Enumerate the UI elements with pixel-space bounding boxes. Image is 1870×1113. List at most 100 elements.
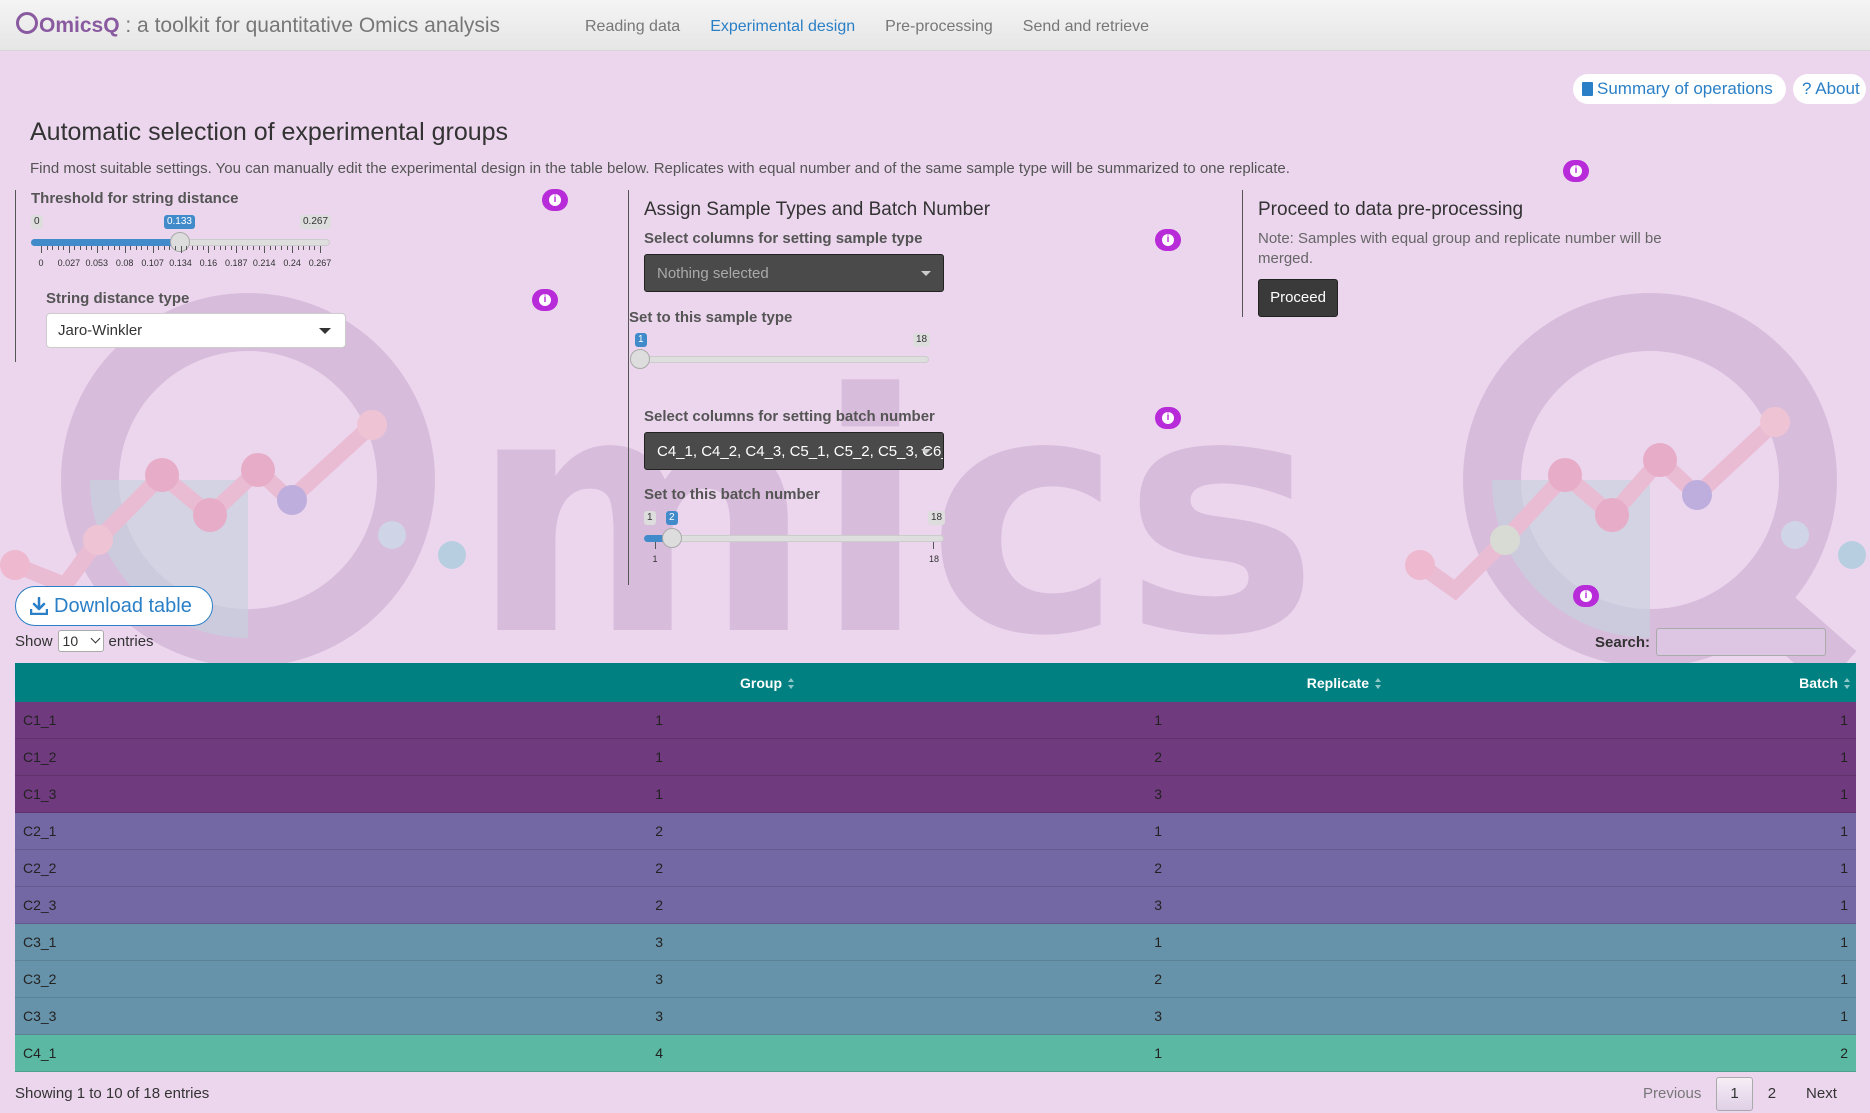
- batch-cols-info-icon[interactable]: i: [1155, 407, 1181, 429]
- threshold-minor-tick: [253, 246, 255, 250]
- threshold-tick-label: 0.027: [57, 258, 81, 268]
- cell-replicate: 3: [1154, 786, 1162, 802]
- table-search: Search:: [1595, 628, 1827, 656]
- col-header-group[interactable]: Group: [740, 663, 794, 703]
- threshold-minor-tick: [197, 246, 199, 250]
- threshold-minor-tick: [141, 246, 143, 250]
- batch-max-tag: 18: [928, 511, 946, 525]
- cell-sample: C3_2: [23, 971, 57, 987]
- left-panel-border: [15, 190, 16, 362]
- threshold-tick: [96, 246, 98, 253]
- chevron-down-icon: [921, 271, 931, 276]
- download-icon: [30, 597, 48, 615]
- threshold-minor-tick: [102, 246, 104, 250]
- col-header-replicate[interactable]: Replicate: [1307, 663, 1381, 703]
- previous-button[interactable]: Previous: [1628, 1077, 1716, 1111]
- info-icon[interactable]: i: [1563, 160, 1589, 182]
- threshold-minor-tick: [74, 246, 76, 250]
- sort-icon: [788, 678, 794, 690]
- table-row[interactable]: C3_1 3 1 1: [15, 924, 1856, 961]
- page-2-button[interactable]: 2: [1753, 1077, 1791, 1111]
- table-row[interactable]: C3_2 3 2 1: [15, 961, 1856, 998]
- threshold-min-tag: 0: [31, 215, 43, 229]
- threshold-minor-tick: [308, 246, 310, 250]
- page-1-button[interactable]: 1: [1716, 1077, 1753, 1111]
- sample-cols-select[interactable]: Nothing selected: [644, 254, 944, 292]
- threshold-tick: [264, 246, 266, 253]
- threshold-tick-label: 0.134: [169, 258, 192, 268]
- table-info-icon[interactable]: i: [1573, 585, 1599, 607]
- distance-type-label: String distance type: [46, 290, 190, 307]
- threshold-minor-tick: [130, 246, 132, 250]
- cell-replicate: 1: [1154, 934, 1162, 950]
- nav-tab-pre-processing[interactable]: Pre-processing: [870, 0, 1008, 51]
- threshold-minor-tick: [258, 246, 260, 250]
- threshold-minor-tick: [286, 246, 288, 250]
- cell-replicate: 1: [1154, 1045, 1162, 1061]
- search-input[interactable]: [1656, 628, 1827, 656]
- threshold-minor-tick: [247, 246, 249, 250]
- table-body: C1_1 1 1 1 C1_2 1 2 1 C1_3 1 3 1 C2_1 2 1 1 C2_2 2 2 1 C2_3 2…: [15, 702, 1856, 1072]
- col-header-batch[interactable]: Batch: [1799, 663, 1850, 703]
- summary-of-operations-button[interactable]: Summary of operations: [1573, 74, 1786, 104]
- threshold-minor-tick: [303, 246, 305, 250]
- batch-handle[interactable]: [662, 528, 682, 548]
- proceed-note: Note: Samples with equal group and repli…: [1258, 230, 1662, 267]
- sample-cols-info-icon[interactable]: i: [1155, 229, 1181, 251]
- cell-sample: C4_1: [23, 1045, 57, 1061]
- threshold-minor-tick: [52, 246, 54, 250]
- table-row[interactable]: C1_3 1 3 1: [15, 776, 1856, 813]
- table-row[interactable]: C4_1 4 1 2: [15, 1035, 1856, 1072]
- table-row[interactable]: C2_1 2 1 1: [15, 813, 1856, 850]
- threshold-tick: [320, 246, 321, 253]
- nav-tab-reading-data[interactable]: Reading data: [570, 0, 695, 51]
- cell-group: 3: [655, 971, 663, 987]
- question-icon: ?: [1802, 79, 1812, 98]
- batch-cols-label: Select columns for setting batch number: [644, 408, 935, 425]
- distance-type-select[interactable]: Jaro-Winkler: [46, 313, 346, 348]
- threshold-minor-tick: [230, 246, 232, 250]
- sample-type-handle[interactable]: [630, 349, 650, 369]
- cell-group: 2: [655, 823, 663, 839]
- download-table-button[interactable]: Download table: [15, 586, 213, 626]
- table-row[interactable]: C2_2 2 2 1: [15, 850, 1856, 887]
- nav-tab-send-and-retrieve[interactable]: Send and retrieve: [1008, 0, 1164, 51]
- threshold-minor-tick: [169, 246, 171, 250]
- assign-panel-title: Assign Sample Types and Batch Number: [644, 199, 991, 220]
- threshold-minor-tick: [119, 246, 121, 250]
- table-row[interactable]: C2_3 2 3 1: [15, 887, 1856, 924]
- batch-cols-select[interactable]: C4_1, C4_2, C4_3, C5_1, C5_2, C5_3, C6_1…: [644, 432, 944, 470]
- proceed-button[interactable]: Proceed: [1258, 279, 1338, 317]
- threshold-minor-tick: [213, 246, 215, 250]
- threshold-minor-tick: [191, 246, 193, 250]
- threshold-tick: [124, 246, 126, 253]
- chevron-down-icon: [319, 328, 331, 334]
- cell-group: 3: [655, 1008, 663, 1024]
- threshold-tick: [152, 246, 154, 253]
- cell-batch: 1: [1840, 749, 1848, 765]
- distance-info-icon[interactable]: i: [532, 289, 558, 311]
- threshold-tick: [180, 246, 182, 253]
- cell-batch: 2: [1840, 1045, 1848, 1061]
- cell-sample: C3_3: [23, 1008, 57, 1024]
- page-subtitle: Find most suitable settings. You can man…: [30, 160, 1290, 177]
- threshold-minor-tick: [158, 246, 160, 250]
- threshold-info-icon[interactable]: i: [542, 189, 568, 211]
- table-row[interactable]: C3_3 3 3 1: [15, 998, 1856, 1035]
- batch-min-tag: 1: [644, 511, 656, 525]
- table-row[interactable]: C1_2 1 2 1: [15, 739, 1856, 776]
- entries-select[interactable]: 10: [57, 630, 104, 652]
- table-row[interactable]: C1_1 1 1 1: [15, 702, 1856, 739]
- next-button[interactable]: Next: [1791, 1077, 1852, 1111]
- batch-label: Set to this batch number: [644, 486, 820, 503]
- threshold-minor-tick: [297, 246, 299, 250]
- brand[interactable]: OmicsQ : a toolkit for quantitative Omic…: [16, 12, 500, 38]
- cell-replicate: 2: [1154, 749, 1162, 765]
- cell-batch: 1: [1840, 786, 1848, 802]
- nav-tab-experimental-design[interactable]: Experimental design: [695, 0, 870, 51]
- threshold-minor-tick: [275, 246, 277, 250]
- cell-group: 3: [655, 934, 663, 950]
- threshold-minor-tick: [113, 246, 115, 250]
- threshold-minor-tick: [57, 246, 59, 250]
- about-button[interactable]: ? About: [1793, 74, 1866, 104]
